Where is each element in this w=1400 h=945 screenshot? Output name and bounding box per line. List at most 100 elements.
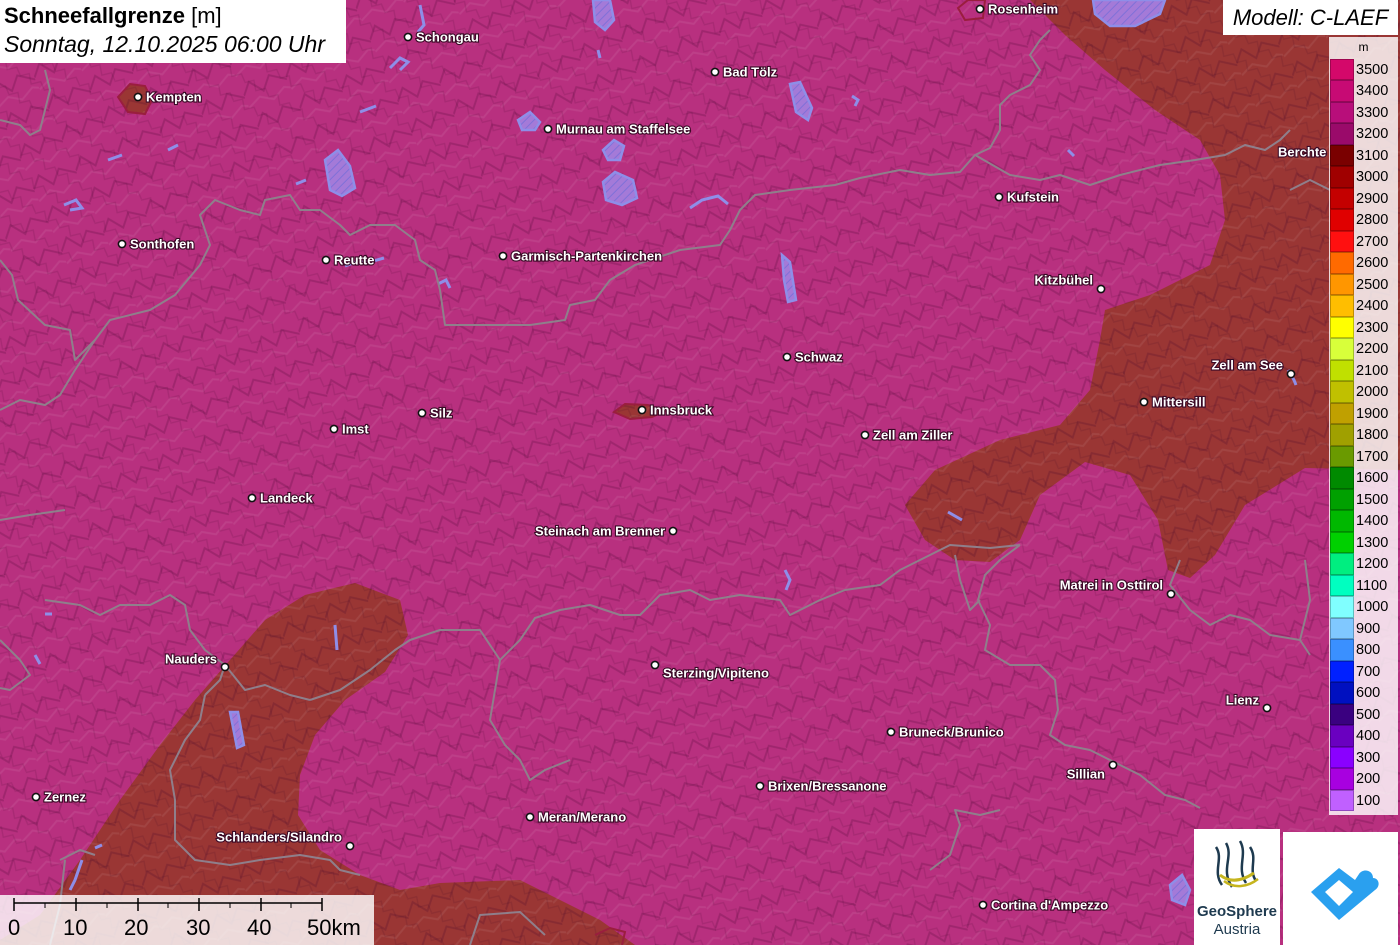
geosphere-logo[interactable]: GeoSphere Austria [1194, 829, 1280, 945]
legend-swatch [1330, 338, 1354, 360]
legend-swatch [1330, 209, 1354, 231]
legend-swatch [1330, 617, 1354, 639]
city-dot [525, 812, 535, 822]
scale-label-20: 20 [124, 915, 149, 940]
legend-label: 1200 [1356, 556, 1389, 572]
legend-entry: 1800 [1330, 424, 1398, 446]
city-marker[interactable]: Garmisch-Partenkirchen [498, 247, 663, 265]
geosphere-swirl-icon [1214, 840, 1259, 888]
city-dot [329, 424, 339, 434]
city-marker[interactable]: Steinach am Brenner [534, 522, 678, 540]
legend-label: 100 [1356, 792, 1381, 809]
city-marker[interactable]: Meran/Merano [525, 808, 627, 826]
geosphere-logo-text: GeoSphere [1196, 903, 1278, 920]
legend-swatch [1330, 789, 1354, 811]
legend-swatch [1330, 295, 1354, 317]
legend-label: 1700 [1356, 448, 1389, 465]
city-label: Sillian [1067, 767, 1105, 782]
legend-entry: 800 [1330, 639, 1398, 661]
city-dot [543, 124, 553, 134]
city-label: Zernez [44, 790, 86, 805]
city-dot [417, 408, 427, 418]
city-label: Steinach am Brenner [535, 524, 665, 539]
city-label: Sterzing/Vipiteno [663, 666, 769, 681]
legend-entry: 1900 [1330, 402, 1398, 424]
city-label: Zell am See [1211, 358, 1283, 373]
scale-label-30: 30 [186, 915, 211, 940]
weather-app-logo[interactable] [1283, 832, 1398, 945]
city-label: Murnau am Staffelsee [556, 122, 690, 137]
legend-entry: 2000 [1330, 381, 1398, 403]
legend-label: 3100 [1356, 147, 1389, 164]
city-dot [975, 4, 985, 14]
city-label: Rosenheim [988, 2, 1058, 17]
legend-entry: 1100 [1330, 574, 1398, 596]
legend-entry: 3400 [1330, 80, 1398, 102]
legend-entry: 3000 [1330, 166, 1398, 188]
city-label: Imst [342, 422, 369, 437]
city-marker[interactable]: Cortina d'Ampezzo [978, 896, 1109, 914]
map-canvas[interactable]: Rosenheim Schongau Kempten Bad Tölz Murnau a… [0, 0, 1400, 945]
scale-bar: 0 10 20 30 40 50km [0, 895, 374, 945]
legend-entry: 2900 [1330, 187, 1398, 209]
city-marker[interactable]: Zell am Ziller [860, 426, 954, 444]
legend-swatch [1330, 746, 1354, 768]
legend-entry: 2700 [1330, 230, 1398, 252]
city-marker[interactable]: Berchte [1277, 143, 1328, 160]
city-dot [220, 662, 230, 672]
map-title-unit: [m] [191, 3, 222, 28]
city-label: Schlanders/Silandro [216, 830, 342, 845]
city-dot [1108, 760, 1118, 770]
city-dot [1139, 397, 1149, 407]
legend-label: 200 [1356, 771, 1381, 787]
legend-label: 2700 [1356, 233, 1389, 250]
city-marker[interactable]: Brixen/Bressanone [755, 777, 888, 795]
city-marker[interactable]: Murnau am Staffelsee [543, 120, 691, 138]
city-label: Brixen/Bressanone [768, 779, 887, 794]
legend-swatch [1330, 316, 1354, 338]
legend-swatch [1330, 123, 1354, 145]
city-label: Schongau [416, 30, 479, 45]
scale-label-40: 40 [247, 915, 272, 940]
legend-label: 2200 [1356, 341, 1389, 357]
legend-entry: 1600 [1330, 467, 1398, 489]
map-title: Schneefallgrenze [m] [4, 3, 222, 29]
geosphere-logo-subtext: Austria [1213, 921, 1261, 938]
city-dot [1286, 369, 1296, 379]
city-marker[interactable]: Bruneck/Brunico [886, 723, 1005, 741]
legend-label: 600 [1356, 685, 1381, 701]
city-label: Sonthofen [130, 237, 194, 252]
legend-swatch [1330, 488, 1354, 510]
scale-label-10: 10 [63, 915, 88, 940]
legend-entry: 1700 [1330, 445, 1398, 467]
legend-label: 500 [1356, 706, 1381, 723]
legend-swatch [1330, 531, 1354, 553]
legend-entry: 2300 [1330, 316, 1398, 338]
city-marker[interactable]: Schongau [403, 28, 480, 46]
legend-entry: 1000 [1330, 596, 1398, 618]
legend-swatch [1330, 703, 1354, 725]
legend-swatch [1330, 725, 1354, 747]
city-dot [345, 841, 355, 851]
legend-label: 2100 [1356, 362, 1389, 379]
city-dot [1166, 589, 1176, 599]
legend-label: 900 [1356, 620, 1381, 637]
legend-entry: 200 [1330, 768, 1398, 790]
legend-label: 3000 [1356, 169, 1389, 185]
legend-swatch [1330, 682, 1354, 704]
city-label: Landeck [260, 491, 314, 506]
legend-label: 3300 [1356, 104, 1389, 121]
legend-swatch [1330, 230, 1354, 252]
map-datetime: Sonntag, 12.10.2025 06:00 Uhr [4, 31, 325, 57]
legend-label: 2000 [1356, 384, 1389, 400]
city-marker[interactable]: Sonthofen [117, 235, 195, 253]
legend-entry: 300 [1330, 746, 1398, 768]
legend-label: 1800 [1356, 427, 1389, 443]
legend-entry: 600 [1330, 682, 1398, 704]
legend-swatch [1330, 58, 1354, 80]
scale-label-0: 0 [8, 915, 21, 940]
city-marker[interactable]: Rosenheim [975, 0, 1059, 18]
legend-entry: 2600 [1330, 252, 1398, 274]
city-marker[interactable]: Innsbruck [637, 401, 714, 419]
legend-entry: 2800 [1330, 209, 1398, 231]
